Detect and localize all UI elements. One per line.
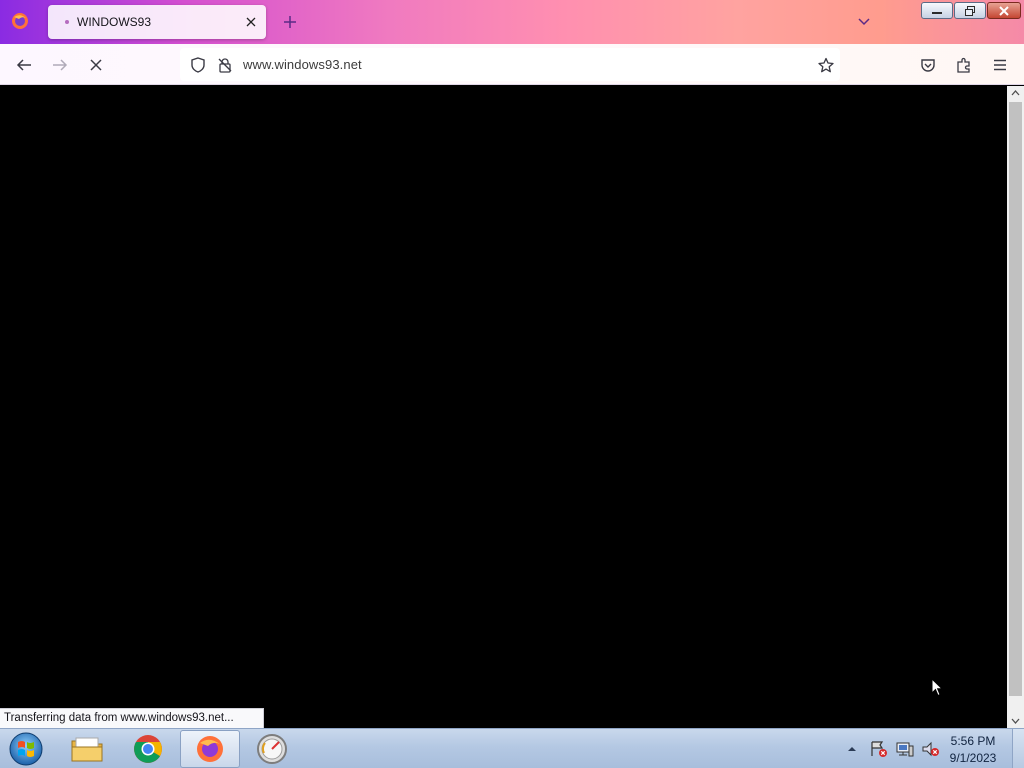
pocket-button[interactable] (916, 53, 940, 77)
firefox-logo-icon[interactable] (10, 11, 30, 31)
back-button[interactable] (12, 53, 36, 77)
tray-expand-icon[interactable] (845, 743, 859, 755)
taskbar-speedometer-app[interactable] (242, 730, 302, 768)
taskbar-firefox[interactable] (180, 730, 240, 768)
close-icon (999, 5, 1009, 16)
tab-windows93[interactable]: WINDOWS93 (48, 5, 266, 39)
firefox-icon (197, 736, 223, 762)
plus-icon (284, 16, 296, 28)
action-center-flag-icon[interactable] (869, 740, 889, 758)
list-all-tabs-button[interactable] (852, 10, 876, 34)
speedometer-icon (257, 734, 287, 764)
minimize-button[interactable] (921, 2, 953, 19)
hamburger-icon (994, 59, 1006, 71)
new-tab-button[interactable] (278, 10, 302, 34)
taskbar-clock[interactable]: 5:56 PM 9/1/2023 (942, 733, 1004, 767)
extensions-button[interactable] (952, 53, 976, 77)
arrow-left-icon (16, 59, 31, 71)
scroll-down-arrow-icon[interactable] (1007, 714, 1024, 728)
shield-icon[interactable] (186, 53, 210, 77)
page-content[interactable] (0, 86, 1007, 728)
restore-icon (965, 5, 975, 16)
lock-strike-icon[interactable] (213, 53, 237, 77)
show-desktop-button[interactable] (1012, 729, 1024, 768)
clock-date: 9/1/2023 (949, 751, 997, 765)
network-icon[interactable] (895, 740, 915, 758)
star-icon (818, 57, 834, 73)
pocket-icon (921, 58, 935, 72)
tab-strip: WINDOWS93 (0, 0, 1024, 44)
bookmark-star-button[interactable] (814, 53, 838, 77)
forward-button[interactable] (48, 53, 72, 77)
taskbar-chrome[interactable] (118, 730, 178, 768)
app-menu-button[interactable] (988, 53, 1012, 77)
volume-muted-icon[interactable] (921, 740, 941, 758)
address-bar[interactable]: www.windows93.net (180, 48, 840, 81)
arrow-right-icon (53, 59, 68, 71)
url-text: www.windows93.net (243, 57, 362, 72)
vertical-scrollbar[interactable] (1007, 86, 1024, 728)
close-button[interactable] (987, 2, 1021, 19)
navigation-toolbar: www.windows93.net (0, 44, 1024, 85)
mouse-cursor-icon (931, 678, 943, 697)
scroll-thumb[interactable] (1009, 102, 1022, 696)
minimize-icon (932, 11, 942, 14)
taskbar: 5:56 PM 9/1/2023 (0, 728, 1024, 768)
tab-title: WINDOWS93 (77, 15, 152, 29)
file-explorer-icon (71, 737, 103, 762)
system-tray (843, 729, 941, 768)
taskbar-file-explorer[interactable] (57, 730, 117, 768)
puzzle-icon (957, 57, 970, 73)
start-button-windows-icon[interactable] (7, 731, 45, 767)
stop-icon (90, 59, 102, 71)
chrome-icon (134, 735, 162, 763)
window-controls (921, 2, 1021, 19)
clock-time: 5:56 PM (950, 734, 996, 748)
status-panel: Transferring data from www.windows93.net… (0, 708, 264, 728)
chevron-down-icon (858, 18, 870, 26)
tab-loading-dot (65, 20, 69, 24)
tab-close-icon[interactable] (241, 12, 261, 32)
stop-button[interactable] (84, 53, 108, 77)
scroll-up-arrow-icon[interactable] (1007, 86, 1024, 100)
restore-button[interactable] (954, 2, 986, 19)
